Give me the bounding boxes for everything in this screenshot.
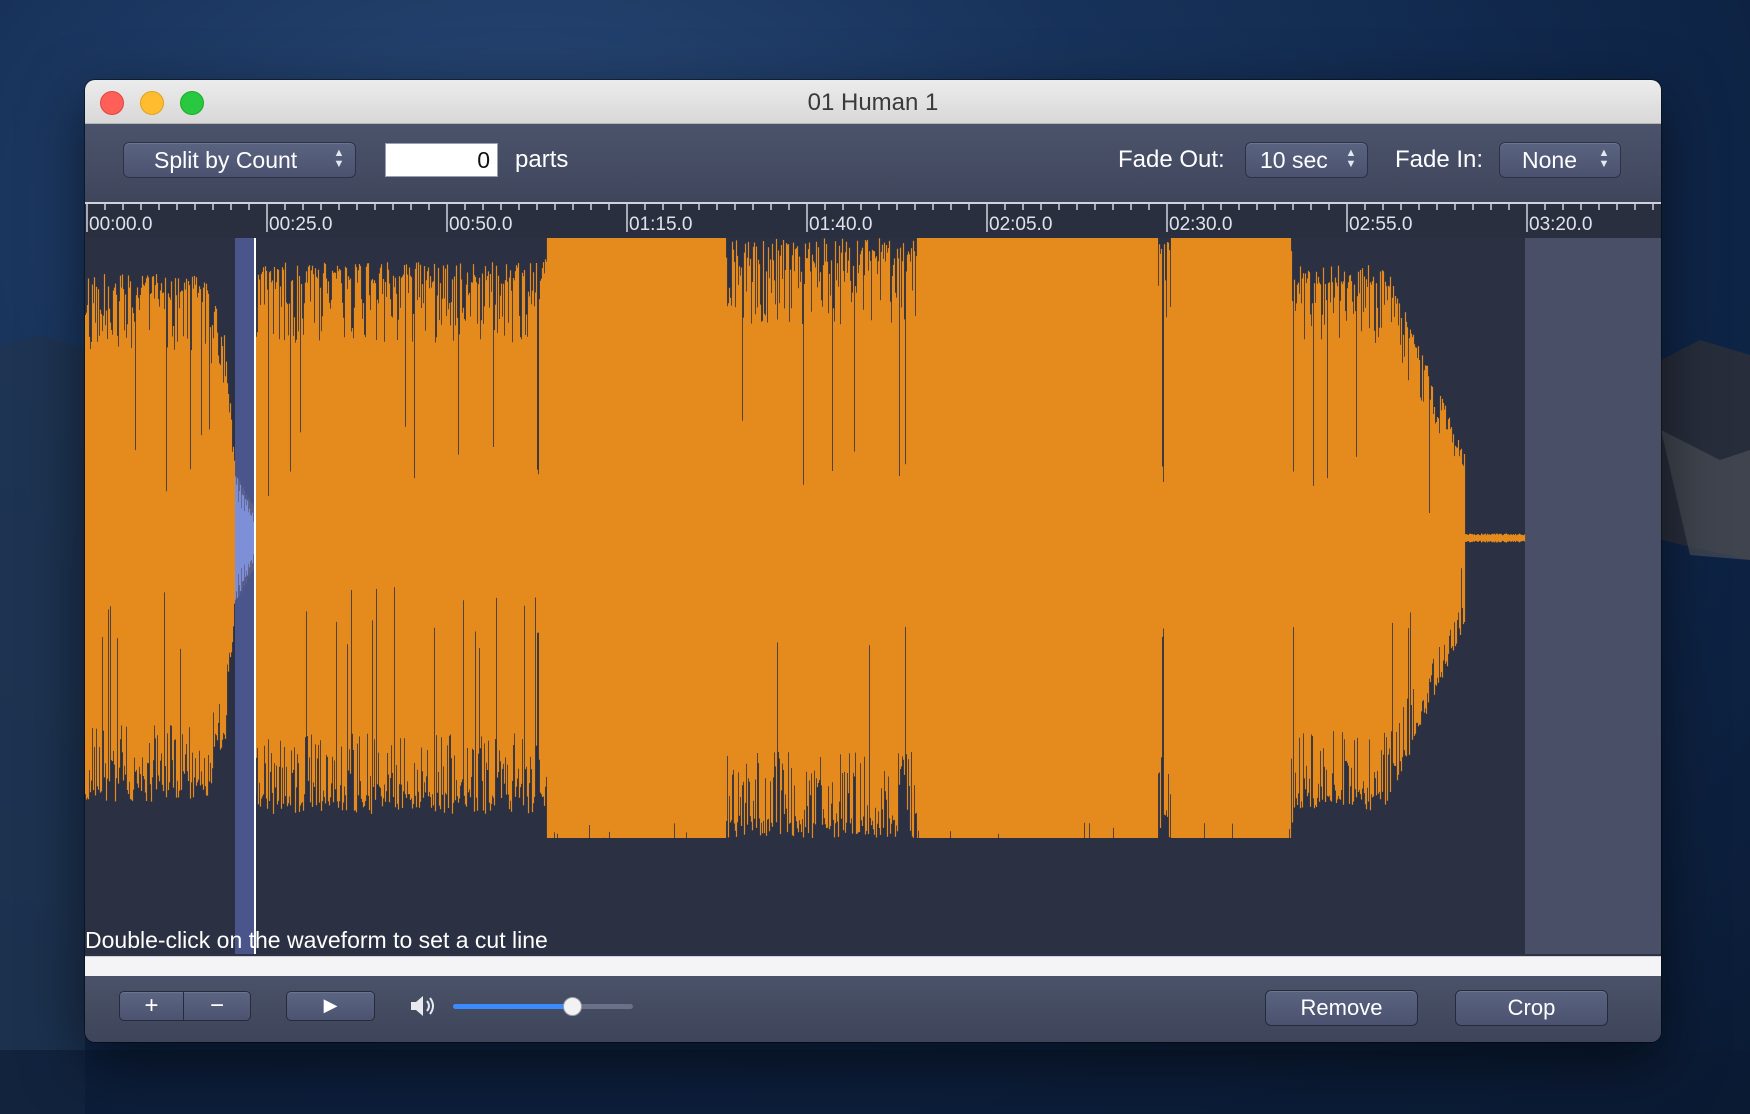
crop-button[interactable]: Crop (1455, 990, 1608, 1026)
parts-count-input[interactable]: 0 (385, 143, 498, 177)
waveform-graphic (85, 238, 1661, 954)
timeline-tick-label: 02:30.0 (1169, 214, 1232, 235)
timeline-tick-label: 00:25.0 (269, 214, 332, 235)
minus-icon: − (209, 992, 224, 1019)
timeline-tick-label: 00:00.0 (89, 214, 152, 235)
timeline-tick-label: 02:55.0 (1349, 214, 1412, 235)
volume-slider-fill (453, 1004, 572, 1009)
zoom-out-button[interactable]: − (184, 992, 250, 1019)
waveform-hint: Double-click on the waveform to set a cu… (85, 927, 548, 953)
updown-chevron-icon: ▲ ▼ (1345, 147, 1357, 170)
remove-button[interactable]: Remove (1265, 990, 1418, 1026)
updown-chevron-icon: ▲ ▼ (333, 147, 345, 170)
volume-slider[interactable] (453, 997, 633, 1016)
play-icon: ▶ (323, 995, 338, 1015)
app-window: 01 Human 1 Split by Count ▲ ▼ 0 parts Fad… (85, 80, 1661, 1042)
play-button[interactable]: ▶ (286, 991, 375, 1021)
fade-out-value: 10 sec (1260, 147, 1328, 173)
fade-in-value: None (1522, 147, 1577, 173)
bottom-bar: + − ▶ Remove Crop (85, 976, 1661, 1042)
split-mode-label: Split by Count (154, 147, 298, 173)
speaker-icon (411, 996, 434, 1016)
beyond-end-region (1525, 238, 1661, 954)
timeline-ruler[interactable]: 00:00.0 00:25.0 00:50.0 01:15.0 01:40.0 02:05… (85, 202, 1661, 238)
timeline-ruler-graphic: 00:00.0 00:25.0 00:50.0 01:15.0 01:40.0 02:05… (85, 202, 1661, 235)
title-bar: 01 Human 1 (85, 80, 1661, 124)
volume-slider-knob[interactable] (562, 997, 582, 1016)
horizontal-scrollbar[interactable] (85, 956, 1661, 976)
timeline-tick-label: 01:15.0 (629, 214, 692, 235)
timeline-tick-label: 02:05.0 (989, 214, 1052, 235)
updown-chevron-icon: ▲ ▼ (1598, 147, 1610, 170)
timeline-tick-label: 00:50.0 (449, 214, 512, 235)
plus-icon: + (144, 992, 159, 1019)
zoom-in-button[interactable]: + (120, 992, 183, 1019)
timeline-tick-label: 03:20.0 (1529, 214, 1592, 235)
fade-in-label: Fade In: (1395, 146, 1484, 173)
timeline-tick-label: 01:40.0 (809, 214, 872, 235)
toolbar: Split by Count ▲ ▼ 0 parts Fade Out: 10 s… (85, 124, 1661, 202)
fade-in-popup[interactable]: None ▲ ▼ (1499, 142, 1621, 178)
fade-out-label: Fade Out: (1118, 146, 1225, 173)
split-mode-popup[interactable]: Split by Count ▲ ▼ (123, 142, 356, 178)
fade-out-popup[interactable]: 10 sec ▲ ▼ (1245, 142, 1368, 178)
parts-label: parts (515, 146, 569, 173)
zoom-control: + − (119, 991, 251, 1021)
waveform-trace (85, 238, 1526, 838)
waveform-view[interactable] (85, 238, 1661, 954)
window-title: 01 Human 1 (807, 89, 939, 116)
